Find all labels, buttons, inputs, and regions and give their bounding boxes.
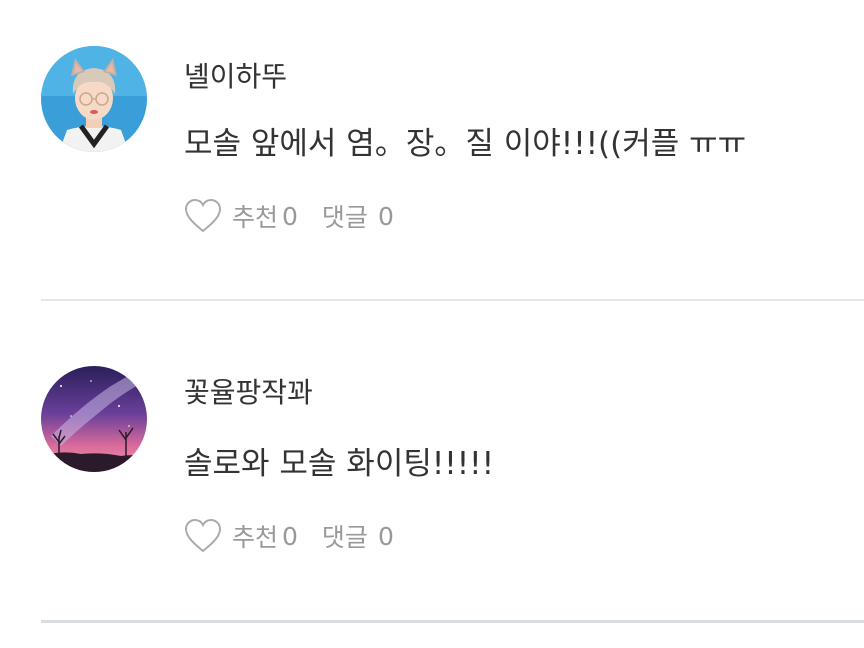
like-count: 0	[282, 521, 298, 551]
divider	[41, 299, 864, 301]
avatar[interactable]	[41, 46, 147, 152]
comment-text: 솔로와 모솔 화이팅!!!!!	[184, 446, 495, 482]
reply-count: 0	[377, 201, 394, 231]
like-label: 추천	[232, 523, 279, 552]
profile-photo-icon	[41, 46, 147, 152]
galaxy-landscape-icon	[41, 366, 147, 472]
divider	[41, 620, 864, 623]
heart-icon	[184, 198, 222, 233]
comment-item: 녤이하뚜 모솔 앞에서 염。장。질 이야!!!((커플 ㅠㅠ 추천 0 댓글 0	[0, 0, 864, 300]
reply-count: 0	[377, 521, 394, 551]
like-count: 0	[282, 201, 298, 231]
like-button[interactable]: 추천 0	[184, 198, 298, 234]
like-label: 추천	[232, 203, 279, 232]
reply-label: 댓글	[321, 523, 368, 552]
avatar[interactable]	[41, 366, 147, 472]
reply-button[interactable]: 댓글 0	[322, 198, 394, 234]
comment-item: 꽃율팡작꽈 솔로와 모솔 화이팅!!!!! 추천 0 댓글 0	[0, 302, 864, 620]
comment-author[interactable]: 꽃율팡작꽈	[184, 371, 313, 411]
reply-label: 댓글	[321, 203, 368, 232]
like-button[interactable]: 추천 0	[184, 518, 298, 554]
comment-author[interactable]: 녤이하뚜	[184, 55, 287, 95]
heart-icon	[184, 518, 222, 553]
reply-button[interactable]: 댓글 0	[322, 518, 394, 554]
comment-text: 모솔 앞에서 염。장。질 이야!!!((커플 ㅠㅠ	[184, 126, 747, 162]
comment-actions: 추천 0 댓글 0	[184, 196, 394, 236]
comment-actions: 추천 0 댓글 0	[184, 516, 394, 556]
